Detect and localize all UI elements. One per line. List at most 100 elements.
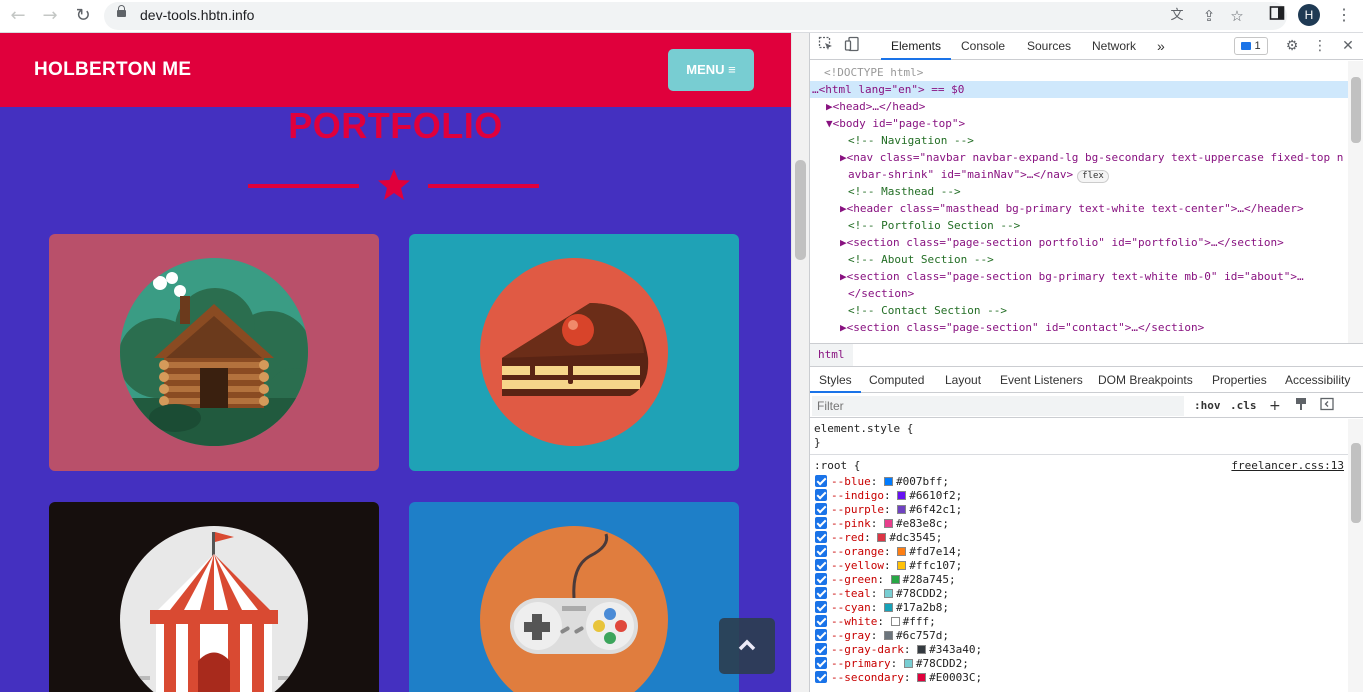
css-variable-row[interactable]: --gray-dark: #343a40; xyxy=(815,643,982,657)
dom-comment[interactable]: <!-- About Section --> xyxy=(810,251,1348,268)
css-variable-row[interactable]: --orange: #fd7e14; xyxy=(815,545,962,559)
cls-toggle[interactable]: .cls xyxy=(1230,396,1257,416)
css-variable-row[interactable]: --indigo: #6610f2; xyxy=(815,489,962,503)
devtools-kebab-icon[interactable]: ⋮ xyxy=(1310,36,1330,56)
dom-nav-node-cont[interactable]: avbar-shrink" id="mainNav">…</nav> flex xyxy=(810,166,1348,183)
page-scrollbar[interactable] xyxy=(791,33,809,692)
declaration-checkbox[interactable] xyxy=(815,559,827,571)
tab-computed[interactable]: Computed xyxy=(869,367,924,393)
css-variable-value[interactable]: #dc3545 xyxy=(889,531,935,544)
breadcrumb-html[interactable]: html xyxy=(810,344,853,366)
tab-properties[interactable]: Properties xyxy=(1212,367,1267,393)
tab-styles[interactable]: Styles xyxy=(810,367,861,393)
tab-sources[interactable]: Sources xyxy=(1027,33,1071,60)
source-link[interactable]: freelancer.css:13 xyxy=(1231,459,1344,473)
css-variable-row[interactable]: --white: #fff; xyxy=(815,615,936,629)
tab-dom-breakpoints[interactable]: DOM Breakpoints xyxy=(1098,367,1193,393)
dom-scrollbar-thumb[interactable] xyxy=(1351,77,1361,143)
css-variable-value[interactable]: #78CDD2 xyxy=(916,657,962,670)
css-variable-value[interactable]: #fd7e14 xyxy=(909,545,955,558)
dom-nav-node[interactable]: ▶<nav class="navbar navbar-expand-lg bg-… xyxy=(810,149,1348,166)
declaration-checkbox[interactable] xyxy=(815,573,827,585)
css-variable-name[interactable]: --gray xyxy=(831,629,871,642)
color-swatch[interactable] xyxy=(890,617,900,626)
css-variable-value[interactable]: #6c757d xyxy=(896,629,942,642)
color-swatch[interactable] xyxy=(884,631,893,640)
dom-about-node[interactable]: ▶<section class="page-section bg-primary… xyxy=(810,268,1348,285)
inspect-element-icon[interactable] xyxy=(816,36,836,56)
css-variable-name[interactable]: --primary xyxy=(831,657,891,670)
css-variable-value[interactable]: #343a40 xyxy=(929,643,975,656)
settings-gear-icon[interactable]: ⚙ xyxy=(1282,36,1302,56)
bookmark-star-icon[interactable]: ☆ xyxy=(1226,5,1248,27)
css-variable-name[interactable]: --orange xyxy=(831,545,884,558)
dom-scrollbar[interactable] xyxy=(1348,61,1363,343)
css-variable-row[interactable]: --teal: #78CDD2; xyxy=(815,587,949,601)
declaration-checkbox[interactable] xyxy=(815,587,827,599)
css-variable-row[interactable]: --primary: #78CDD2; xyxy=(815,657,969,671)
dom-comment[interactable]: <!-- Navigation --> xyxy=(810,132,1348,149)
color-palette-icon[interactable] xyxy=(1294,396,1308,416)
css-variable-value[interactable]: #6f42c1 xyxy=(909,503,955,516)
back-icon[interactable]: ← xyxy=(6,4,30,28)
color-swatch[interactable] xyxy=(884,519,893,528)
dom-html-node[interactable]: …<html lang="en"> == $0 xyxy=(810,81,1348,98)
menu-kebab-icon[interactable]: ⋮ xyxy=(1333,4,1355,28)
dom-header-node[interactable]: ▶<header class="masthead bg-primary text… xyxy=(810,200,1348,217)
declaration-checkbox[interactable] xyxy=(815,545,827,557)
tab-console[interactable]: Console xyxy=(961,33,1005,60)
tab-layout[interactable]: Layout xyxy=(945,367,981,393)
css-variable-name[interactable]: --gray-dark xyxy=(831,643,904,656)
color-swatch[interactable] xyxy=(897,561,907,570)
styles-filter-input[interactable] xyxy=(812,396,1184,416)
css-variable-name[interactable]: --cyan xyxy=(831,601,871,614)
declaration-checkbox[interactable] xyxy=(815,671,827,683)
portfolio-card-circus[interactable] xyxy=(49,502,379,692)
tab-event-listeners[interactable]: Event Listeners xyxy=(1000,367,1083,393)
portfolio-card-cabin[interactable] xyxy=(49,234,379,471)
declaration-checkbox[interactable] xyxy=(815,531,827,543)
lock-icon[interactable] xyxy=(117,5,126,17)
reload-icon[interactable]: ↻ xyxy=(71,4,95,28)
color-swatch[interactable] xyxy=(884,603,893,612)
css-variable-name[interactable]: --blue xyxy=(831,475,871,488)
dom-comment[interactable]: <!-- Contact Section --> xyxy=(810,302,1348,319)
site-brand[interactable]: HOLBERTON ME xyxy=(34,59,191,81)
dom-doctype[interactable]: <!DOCTYPE html> xyxy=(810,64,1348,81)
dom-about-node-close[interactable]: </section> xyxy=(810,285,1348,302)
declaration-checkbox[interactable] xyxy=(815,643,827,655)
css-variable-row[interactable]: --secondary: #E0003C; xyxy=(815,671,982,685)
css-variable-value[interactable]: #6610f2 xyxy=(909,489,955,502)
device-toolbar-icon[interactable] xyxy=(842,36,862,56)
color-swatch[interactable] xyxy=(917,645,927,654)
css-variable-row[interactable]: --cyan: #17a2b8; xyxy=(815,601,949,615)
css-variable-value[interactable]: #e83e8c xyxy=(896,517,942,530)
avatar[interactable]: H xyxy=(1298,4,1320,26)
css-variable-row[interactable]: --purple: #6f42c1; xyxy=(815,503,962,517)
color-swatch[interactable] xyxy=(877,533,887,542)
declaration-checkbox[interactable] xyxy=(815,475,827,487)
css-variable-value[interactable]: #ffc107 xyxy=(909,559,955,572)
portfolio-card-game[interactable] xyxy=(409,502,739,692)
css-variable-value[interactable]: #007bff xyxy=(896,475,942,488)
css-variable-value[interactable]: #E0003C xyxy=(929,671,975,684)
menu-button[interactable]: MENU ≡ xyxy=(668,49,754,91)
declaration-checkbox[interactable] xyxy=(815,601,827,613)
root-selector[interactable]: :root { xyxy=(814,459,860,473)
css-variable-row[interactable]: --red: #dc3545; xyxy=(815,531,942,545)
css-variable-name[interactable]: --red xyxy=(831,531,864,544)
styles-scrollbar[interactable] xyxy=(1348,419,1363,692)
side-panel-icon[interactable] xyxy=(1266,5,1288,27)
css-variable-value[interactable]: #fff xyxy=(903,615,930,628)
close-devtools-icon[interactable]: ✕ xyxy=(1338,36,1358,56)
flex-badge[interactable]: flex xyxy=(1077,170,1109,183)
css-variable-name[interactable]: --purple xyxy=(831,503,884,516)
css-variable-value[interactable]: #78CDD2 xyxy=(896,587,942,600)
element-style-selector[interactable]: element.style { xyxy=(814,422,913,436)
declaration-checkbox[interactable] xyxy=(815,517,827,529)
color-swatch[interactable] xyxy=(884,589,893,598)
dom-contact-node[interactable]: ▶<section class="page-section" id="conta… xyxy=(810,319,1348,336)
css-variable-name[interactable]: --green xyxy=(831,573,877,586)
translate-icon[interactable]: 文 xyxy=(1166,5,1188,27)
css-variable-row[interactable]: --blue: #007bff; xyxy=(815,475,949,489)
